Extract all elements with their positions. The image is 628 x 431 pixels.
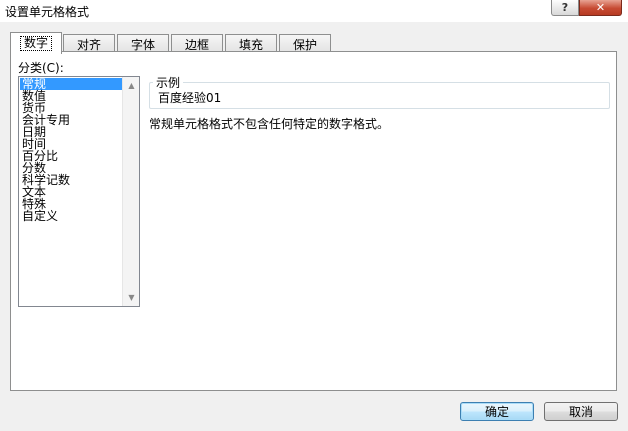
help-icon: ? xyxy=(561,1,569,14)
tab-label: 边框 xyxy=(184,37,209,52)
sample-box: 百度经验01 xyxy=(149,82,610,109)
sample-legend: 示例 xyxy=(153,74,184,91)
tab-strip: 数字 对齐 字体 边框 填充 保护 xyxy=(10,32,340,54)
sample-value: 百度经验01 xyxy=(158,91,222,105)
tab-label: 对齐 xyxy=(76,37,101,52)
scroll-up-icon[interactable]: ▲ xyxy=(123,77,139,94)
close-icon: ✕ xyxy=(595,1,606,14)
scroll-down-icon[interactable]: ▼ xyxy=(123,289,139,306)
tab-number[interactable]: 数字 xyxy=(10,32,62,54)
title-bar: 设置单元格格式 ? ✕ xyxy=(0,0,628,22)
close-button[interactable]: ✕ xyxy=(579,0,622,16)
tab-label: 保护 xyxy=(292,37,317,52)
format-description: 常规单元格格式不包含任何特定的数字格式。 xyxy=(149,117,390,131)
ok-button[interactable]: 确定 xyxy=(460,402,534,421)
category-label: 分类(C): xyxy=(18,61,64,75)
help-button[interactable]: ? xyxy=(551,0,579,16)
cancel-button[interactable]: 取消 xyxy=(544,402,618,421)
tab-panel: 分类(C): 常规 数值 货币 会计专用 日期 时间 百分比 分数 科学记数 文本 特殊 自定义 ▲ … xyxy=(10,51,617,391)
category-list[interactable]: 常规 数值 货币 会计专用 日期 时间 百分比 分数 科学记数 文本 特殊 自定义 ▲ ▼ xyxy=(18,76,140,307)
window-title: 设置单元格格式 xyxy=(5,5,90,19)
category-item[interactable]: 自定义 xyxy=(20,210,124,222)
tab-label: 数字 xyxy=(19,36,52,51)
tab-label: 填充 xyxy=(238,37,263,52)
category-scrollbar[interactable]: ▲ ▼ xyxy=(122,77,139,306)
tab-label: 字体 xyxy=(130,37,155,52)
category-items: 常规 数值 货币 会计专用 日期 时间 百分比 分数 科学记数 文本 特殊 自定义 xyxy=(20,78,124,222)
